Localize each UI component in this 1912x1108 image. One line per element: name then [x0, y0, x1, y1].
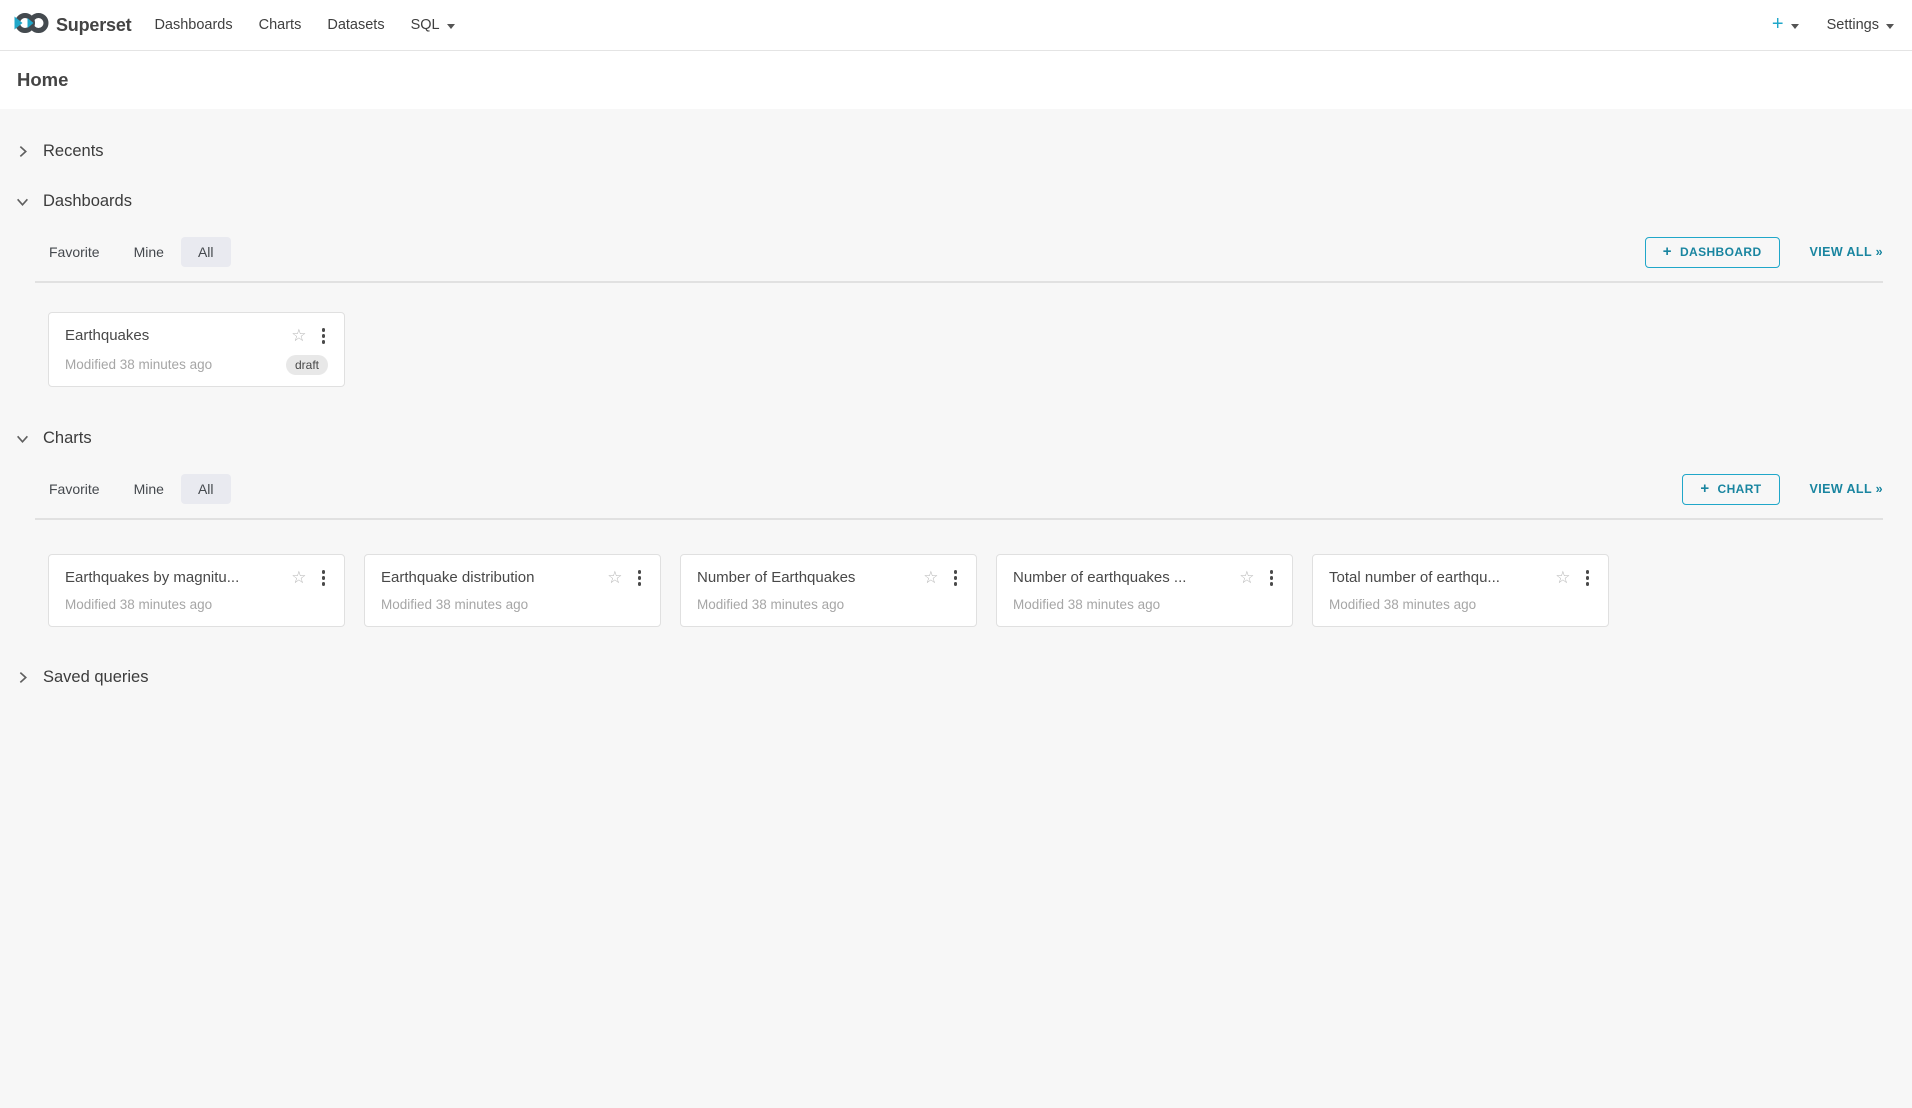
more-actions-icon[interactable] — [635, 568, 645, 588]
more-actions-icon[interactable] — [1583, 568, 1593, 588]
recents-section-toggle[interactable]: Recents — [16, 135, 1912, 167]
plus-icon: + — [1772, 14, 1784, 34]
charts-section-toggle[interactable]: Charts — [16, 422, 1912, 454]
draft-status-badge: draft — [286, 355, 328, 375]
page-header: Home — [0, 51, 1912, 109]
chart-card[interactable]: Number of earthquakes ... ☆ Modified 38 … — [996, 554, 1293, 627]
new-chart-button[interactable]: + CHART — [1682, 474, 1779, 505]
new-item-menu[interactable]: + — [1772, 16, 1799, 34]
chart-card-title[interactable]: Number of Earthquakes — [697, 569, 915, 586]
more-actions-icon[interactable] — [951, 568, 961, 588]
main-nav: Dashboards Charts Datasets SQL — [141, 0, 467, 51]
dashboard-card-title[interactable]: Earthquakes — [65, 327, 283, 344]
dashboards-view-all-link[interactable]: VIEW ALL » — [1810, 245, 1883, 259]
saved-queries-section-toggle[interactable]: Saved queries — [16, 661, 1912, 693]
dashboard-card[interactable]: Earthquakes ☆ Modified 38 minutes ago dr… — [48, 312, 345, 387]
chart-card[interactable]: Earthquakes by magnitu... ☆ Modified 38 … — [48, 554, 345, 627]
plus-icon: + — [1700, 480, 1709, 497]
new-dashboard-button[interactable]: + DASHBOARD — [1645, 237, 1780, 268]
chart-card[interactable]: Total number of earthqu... ☆ Modified 38… — [1312, 554, 1609, 627]
dashboards-tabs: Favorite Mine All — [32, 237, 231, 267]
dashboards-section-toggle[interactable]: Dashboards — [16, 185, 1912, 217]
favorite-star-icon[interactable]: ☆ — [291, 569, 306, 586]
superset-logo-icon — [14, 11, 50, 40]
more-actions-icon[interactable] — [319, 568, 329, 588]
chevron-right-icon — [16, 145, 29, 158]
charts-card-grid: Earthquakes by magnitu... ☆ Modified 38 … — [48, 554, 1912, 627]
charts-tabs: Favorite Mine All — [32, 474, 231, 504]
tab-favorite[interactable]: Favorite — [32, 237, 117, 267]
favorite-star-icon[interactable]: ☆ — [1239, 569, 1254, 586]
nav-dashboards[interactable]: Dashboards — [141, 0, 245, 51]
chart-card[interactable]: Earthquake distribution ☆ Modified 38 mi… — [364, 554, 661, 627]
favorite-star-icon[interactable]: ☆ — [291, 327, 306, 344]
modified-timestamp: Modified 38 minutes ago — [381, 597, 644, 612]
modified-timestamp: Modified 38 minutes ago — [1329, 597, 1592, 612]
dashboards-controls: + DASHBOARD VIEW ALL » — [1645, 237, 1883, 268]
favorite-star-icon[interactable]: ☆ — [607, 569, 622, 586]
chevron-down-icon — [16, 432, 29, 445]
favorite-star-icon[interactable]: ☆ — [1555, 569, 1570, 586]
favorite-star-icon[interactable]: ☆ — [923, 569, 938, 586]
tab-favorite[interactable]: Favorite — [32, 474, 117, 504]
dashboards-divider — [35, 281, 1883, 283]
home-content: Recents Dashboards Favorite Mine All + D… — [0, 135, 1912, 693]
caret-down-icon — [1791, 24, 1799, 29]
caret-down-icon — [1886, 24, 1894, 29]
chevron-down-icon — [16, 195, 29, 208]
charts-label: Charts — [43, 429, 92, 448]
charts-controls: + CHART VIEW ALL » — [1682, 474, 1883, 505]
tab-all[interactable]: All — [181, 474, 231, 504]
modified-timestamp: Modified 38 minutes ago — [1013, 597, 1276, 612]
top-navbar: Superset Dashboards Charts Datasets SQL … — [0, 0, 1912, 51]
tab-all[interactable]: All — [181, 237, 231, 267]
brand-name: Superset — [56, 15, 131, 36]
page-title: Home — [17, 69, 68, 91]
chevron-right-icon — [16, 671, 29, 684]
tab-mine[interactable]: Mine — [117, 474, 181, 504]
settings-menu[interactable]: Settings — [1827, 17, 1894, 33]
charts-view-all-link[interactable]: VIEW ALL » — [1810, 482, 1883, 496]
dashboards-label: Dashboards — [43, 192, 132, 211]
tab-mine[interactable]: Mine — [117, 237, 181, 267]
saved-queries-label: Saved queries — [43, 668, 149, 687]
dashboards-card-grid: Earthquakes ☆ Modified 38 minutes ago dr… — [48, 312, 1912, 387]
more-actions-icon[interactable] — [1267, 568, 1277, 588]
chart-card-title[interactable]: Earthquake distribution — [381, 569, 599, 586]
modified-timestamp: Modified 38 minutes ago — [697, 597, 960, 612]
chart-card-title[interactable]: Total number of earthqu... — [1329, 569, 1547, 586]
nav-sql-menu[interactable]: SQL — [398, 0, 468, 51]
modified-timestamp: Modified 38 minutes ago — [65, 597, 328, 612]
charts-divider — [35, 518, 1883, 520]
more-actions-icon[interactable] — [319, 326, 329, 346]
modified-timestamp: Modified 38 minutes ago — [65, 357, 286, 372]
dashboards-subheader: Favorite Mine All + DASHBOARD VIEW ALL » — [0, 233, 1912, 271]
navbar-right: + Settings — [1772, 16, 1894, 34]
chart-card-title[interactable]: Earthquakes by magnitu... — [65, 569, 283, 586]
nav-datasets[interactable]: Datasets — [314, 0, 397, 51]
charts-subheader: Favorite Mine All + CHART VIEW ALL » — [0, 470, 1912, 508]
superset-logo[interactable]: Superset — [14, 11, 131, 40]
chart-card[interactable]: Number of Earthquakes ☆ Modified 38 minu… — [680, 554, 977, 627]
chart-card-title[interactable]: Number of earthquakes ... — [1013, 569, 1231, 586]
nav-charts[interactable]: Charts — [246, 0, 315, 51]
recents-label: Recents — [43, 142, 104, 161]
caret-down-icon — [447, 24, 455, 29]
plus-icon: + — [1663, 243, 1672, 260]
